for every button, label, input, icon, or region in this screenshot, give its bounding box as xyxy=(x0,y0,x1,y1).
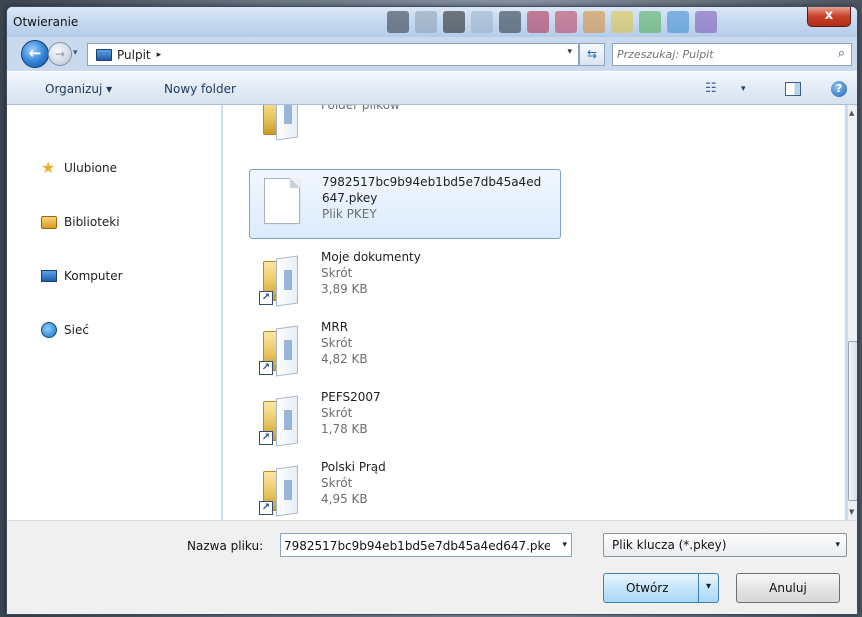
sidebar-item-label: Sieć xyxy=(64,323,89,337)
list-item[interactable]: ↗ Polski Prąd Skrót 4,95 KB xyxy=(249,459,561,519)
search-input[interactable] xyxy=(617,46,822,63)
folder-icon xyxy=(263,105,299,135)
title-bar[interactable]: Otwieranie x xyxy=(7,7,857,37)
file-type: Skrót xyxy=(321,336,353,350)
shortcut-arrow-icon: ↗ xyxy=(259,291,273,305)
open-options-dropdown[interactable]: ▾ xyxy=(698,574,718,602)
close-button[interactable]: x xyxy=(807,7,851,27)
file-name: Moje dokumenty xyxy=(321,250,421,264)
preview-pane-icon[interactable] xyxy=(785,82,801,96)
organize-button[interactable]: Organizuj ▾ xyxy=(45,82,112,96)
file-type: Skrót xyxy=(321,266,353,280)
breadcrumb-desktop[interactable]: Pulpit xyxy=(117,48,151,62)
chevron-down-icon: ▾ xyxy=(835,540,840,550)
list-item-selected[interactable]: 7982517bc9b94eb1bd5e7db45a4ed 647.pkey P… xyxy=(249,169,561,239)
sidebar-item-computer[interactable]: Komputer xyxy=(41,265,123,287)
shortcut-arrow-icon: ↗ xyxy=(259,361,273,375)
filetype-select[interactable]: Plik klucza (*.pkey) ▾ xyxy=(603,533,847,557)
file-type: Plik PKEY xyxy=(322,207,377,221)
recent-locations-dropdown[interactable]: ▾ xyxy=(73,48,78,58)
command-bar: Organizuj ▾ Nowy folder ☷ ▾ ? xyxy=(7,71,857,105)
sidebar-item-label: Komputer xyxy=(64,269,123,283)
help-icon[interactable]: ? xyxy=(831,81,847,97)
list-item[interactable]: ↗ PEFS2007 Skrót 1,78 KB xyxy=(249,389,561,449)
file-list: Folder plików 7982517bc9b94eb1bd5e7db45a… xyxy=(223,105,845,520)
shortcut-arrow-icon: ↗ xyxy=(259,501,273,515)
list-item[interactable]: ↗ MRR Skrót 4,82 KB xyxy=(249,319,561,379)
file-name-line1: 7982517bc9b94eb1bd5e7db45a4ed xyxy=(322,175,542,189)
filename-combobox[interactable]: ▾ xyxy=(280,533,572,557)
shortcut-arrow-icon: ↗ xyxy=(259,431,273,445)
folder-shortcut-icon: ↗ xyxy=(259,253,299,305)
filename-input[interactable] xyxy=(284,537,550,554)
library-icon xyxy=(41,215,57,229)
view-dropdown-icon[interactable]: ▾ xyxy=(741,84,746,94)
file-name: Folder plików xyxy=(321,105,400,112)
navigation-pane: ★ Ulubione Biblioteki Komputer Sieć xyxy=(7,105,222,520)
dialog-footer: Nazwa pliku: ▾ Plik klucza (*.pkey) ▾ Ot… xyxy=(7,520,857,614)
desktop-icon xyxy=(96,48,112,61)
search-icon[interactable]: ⌕ xyxy=(838,46,845,61)
filename-label: Nazwa pliku: xyxy=(187,539,264,553)
file-name: PEFS2007 xyxy=(321,390,381,404)
list-item[interactable]: Folder plików xyxy=(249,105,561,135)
file-size: 3,89 KB xyxy=(321,282,368,296)
open-button[interactable]: Otwórz ▾ xyxy=(603,573,719,603)
star-icon: ★ xyxy=(41,158,56,177)
filetype-value: Plik klucza (*.pkey) xyxy=(612,538,727,552)
file-size: 1,78 KB xyxy=(321,422,368,436)
scrollbar-thumb[interactable] xyxy=(848,341,857,501)
open-button-label: Otwórz xyxy=(626,581,669,595)
folder-shortcut-icon: ↗ xyxy=(259,323,299,375)
sidebar-item-network[interactable]: Sieć xyxy=(41,319,89,341)
refresh-button[interactable]: ⇆ xyxy=(579,43,605,66)
background-blur xyxy=(387,11,807,33)
address-bar[interactable]: Pulpit ▸ ▾ xyxy=(87,43,579,66)
arrow-left-icon: ← xyxy=(28,44,42,62)
folder-shortcut-icon: ↗ xyxy=(259,463,299,515)
folder-shortcut-icon: ↗ xyxy=(259,393,299,445)
file-type: Skrót xyxy=(321,406,353,420)
scroll-up-icon[interactable]: ▲ xyxy=(849,109,854,117)
view-options-icon[interactable]: ☷ xyxy=(705,81,717,96)
sidebar-item-libraries[interactable]: Biblioteki xyxy=(41,211,120,233)
refresh-icon: ⇆ xyxy=(586,47,598,61)
file-name: MRR xyxy=(321,320,349,334)
file-icon xyxy=(264,178,300,226)
close-icon: x xyxy=(824,8,834,23)
search-box[interactable]: ⌕ xyxy=(612,43,852,66)
window-title: Otwieranie xyxy=(13,15,79,29)
file-type: Skrót xyxy=(321,476,353,490)
open-file-dialog: Otwieranie x ← → ▾ Pulpit ▸ ▾ ⇆ Przeszuk… xyxy=(6,6,858,615)
cancel-button[interactable]: Anuluj xyxy=(736,573,840,603)
vertical-scrollbar[interactable]: ▲ ▼ xyxy=(847,105,857,520)
chevron-down-icon[interactable]: ▾ xyxy=(562,540,567,550)
forward-button[interactable]: → xyxy=(48,42,72,66)
file-name-line2: 647.pkey xyxy=(322,191,378,205)
sidebar-item-label: Ulubione xyxy=(64,161,118,175)
network-icon xyxy=(41,322,57,338)
sidebar-item-label: Biblioteki xyxy=(64,215,120,229)
address-dropdown-icon[interactable]: ▾ xyxy=(567,47,572,57)
file-name: Polski Prąd xyxy=(321,460,386,474)
sidebar-item-favorites[interactable]: ★ Ulubione xyxy=(41,157,117,179)
navigation-bar: ← → ▾ Pulpit ▸ ▾ ⇆ ⌕ xyxy=(7,37,857,71)
arrow-right-icon: → xyxy=(54,47,66,61)
computer-icon xyxy=(41,270,57,282)
list-item[interactable]: ↗ Moje dokumenty Skrót 3,89 KB xyxy=(249,249,561,309)
file-size: 4,82 KB xyxy=(321,352,368,366)
file-size: 4,95 KB xyxy=(321,492,368,506)
breadcrumb-chevron-icon[interactable]: ▸ xyxy=(157,50,162,60)
back-button[interactable]: ← xyxy=(21,40,49,68)
scroll-down-icon[interactable]: ▼ xyxy=(849,508,854,516)
new-folder-button[interactable]: Nowy folder xyxy=(164,82,236,96)
